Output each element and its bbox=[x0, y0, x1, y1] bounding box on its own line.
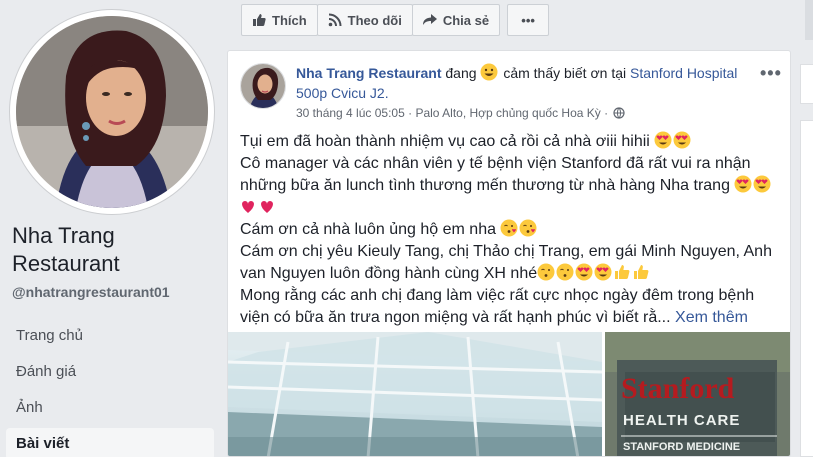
nav-item-photos[interactable]: Ảnh bbox=[6, 392, 214, 428]
nav-item-home[interactable]: Trang chủ bbox=[6, 320, 214, 356]
nav-item-reviews[interactable]: Đánh giá bbox=[6, 356, 214, 392]
post-author-avatar[interactable] bbox=[240, 63, 286, 109]
status-prefix: đang bbox=[445, 65, 477, 81]
post-card: Nha Trang Restaurant đang cảm thấy biết … bbox=[227, 50, 791, 457]
more-options-button[interactable]: ••• bbox=[507, 4, 550, 36]
follow-label: Theo dõi bbox=[347, 12, 402, 28]
right-column-card bbox=[800, 120, 813, 457]
rss-icon bbox=[328, 13, 342, 27]
feeling-text: cảm thấy biết ơn tại bbox=[503, 65, 627, 81]
post-header: Nha Trang Restaurant đang cảm thấy biết … bbox=[296, 63, 746, 103]
follow-page-button[interactable]: Theo dõi bbox=[316, 4, 413, 36]
heart-eyes-emoji-icon bbox=[594, 263, 612, 281]
sign-line3-text: STANFORD MEDICINE bbox=[623, 441, 740, 453]
post-photo-canopy[interactable] bbox=[228, 332, 602, 456]
post-photos: Stanford HEALTH CARE STANFORD MEDICINE bbox=[228, 332, 790, 456]
heart-eyes-emoji-icon bbox=[753, 175, 771, 193]
post-photo-stanford-sign[interactable]: Stanford HEALTH CARE STANFORD MEDICINE bbox=[605, 332, 790, 456]
page-nav: Trang chủ Đánh giá Ảnh Bài viết bbox=[6, 320, 214, 457]
more-dots-icon: ••• bbox=[521, 12, 535, 28]
see-more-link[interactable]: Xem thêm bbox=[675, 309, 748, 326]
right-column-card bbox=[800, 64, 813, 104]
post-line: Cám ơn chị yêu Kieuly Tang, chị Thảo chị… bbox=[240, 243, 772, 282]
thumbs-up-emoji-icon bbox=[615, 265, 630, 279]
post-options-button[interactable]: ••• bbox=[760, 63, 782, 84]
like-label: Thích bbox=[272, 12, 307, 28]
post-timestamp[interactable]: 30 tháng 4 lúc 05:05 bbox=[296, 106, 405, 120]
profile-picture-frame[interactable] bbox=[10, 10, 214, 214]
post-line: Tụi em đã hoàn thành nhiệm vụ cao cả rồi… bbox=[240, 131, 780, 153]
globe-icon bbox=[613, 107, 625, 119]
post-line: Cô manager và các nhân viên y tế bệnh vi… bbox=[240, 153, 780, 219]
page-username: @nhatrangrestaurant01 bbox=[12, 284, 170, 300]
page-title: Nha Trang Restaurant bbox=[12, 223, 120, 276]
sign-brand-text: Stanford bbox=[621, 372, 735, 405]
post-author-link[interactable]: Nha Trang Restaurant bbox=[296, 65, 441, 81]
share-arrow-icon bbox=[422, 14, 437, 25]
nav-item-posts[interactable]: Bài viết bbox=[6, 428, 214, 457]
post-line: Mong rằng các anh chị đang làm việc rất … bbox=[240, 287, 755, 326]
grinning-emoji-icon bbox=[480, 63, 498, 81]
post-line: Cám ơn cả nhà luôn ủng hộ em nha bbox=[240, 219, 780, 241]
kiss-emoji-icon bbox=[500, 219, 518, 237]
share-page-button[interactable]: Chia sẻ bbox=[411, 4, 501, 36]
page-action-bar: Thích Theo dõi Chia sẻ ••• bbox=[241, 4, 550, 36]
two-hearts-emoji-icon bbox=[242, 201, 254, 213]
thumbs-up-emoji-icon bbox=[634, 265, 649, 279]
two-hearts-emoji-icon bbox=[261, 201, 273, 213]
sign-line2-text: HEALTH CARE bbox=[623, 412, 740, 429]
heart-eyes-emoji-icon bbox=[673, 131, 691, 149]
kiss-emoji-icon bbox=[556, 263, 574, 281]
meta-separator: · bbox=[604, 106, 609, 120]
profile-picture[interactable] bbox=[16, 16, 208, 208]
thumbs-up-icon bbox=[253, 14, 266, 26]
post-location[interactable]: Palo Alto, Hợp chủng quốc Hoa Kỳ bbox=[415, 106, 600, 120]
scrollbar[interactable] bbox=[805, 0, 813, 40]
post-body: Tụi em đã hoàn thành nhiệm vụ cao cả rồi… bbox=[240, 131, 780, 329]
heart-eyes-emoji-icon bbox=[575, 263, 593, 281]
kiss-emoji-icon bbox=[519, 219, 537, 237]
kiss-emoji-icon bbox=[537, 263, 555, 281]
share-label: Chia sẻ bbox=[442, 12, 490, 28]
post-meta: 30 tháng 4 lúc 05:05 · Palo Alto, Hợp ch… bbox=[296, 106, 625, 120]
heart-eyes-emoji-icon bbox=[654, 131, 672, 149]
heart-eyes-emoji-icon bbox=[734, 175, 752, 193]
like-page-button[interactable]: Thích bbox=[241, 4, 318, 36]
page-sidebar: Nha Trang Restaurant @nhatrangrestaurant… bbox=[0, 0, 222, 457]
meta-separator: · bbox=[408, 106, 413, 120]
